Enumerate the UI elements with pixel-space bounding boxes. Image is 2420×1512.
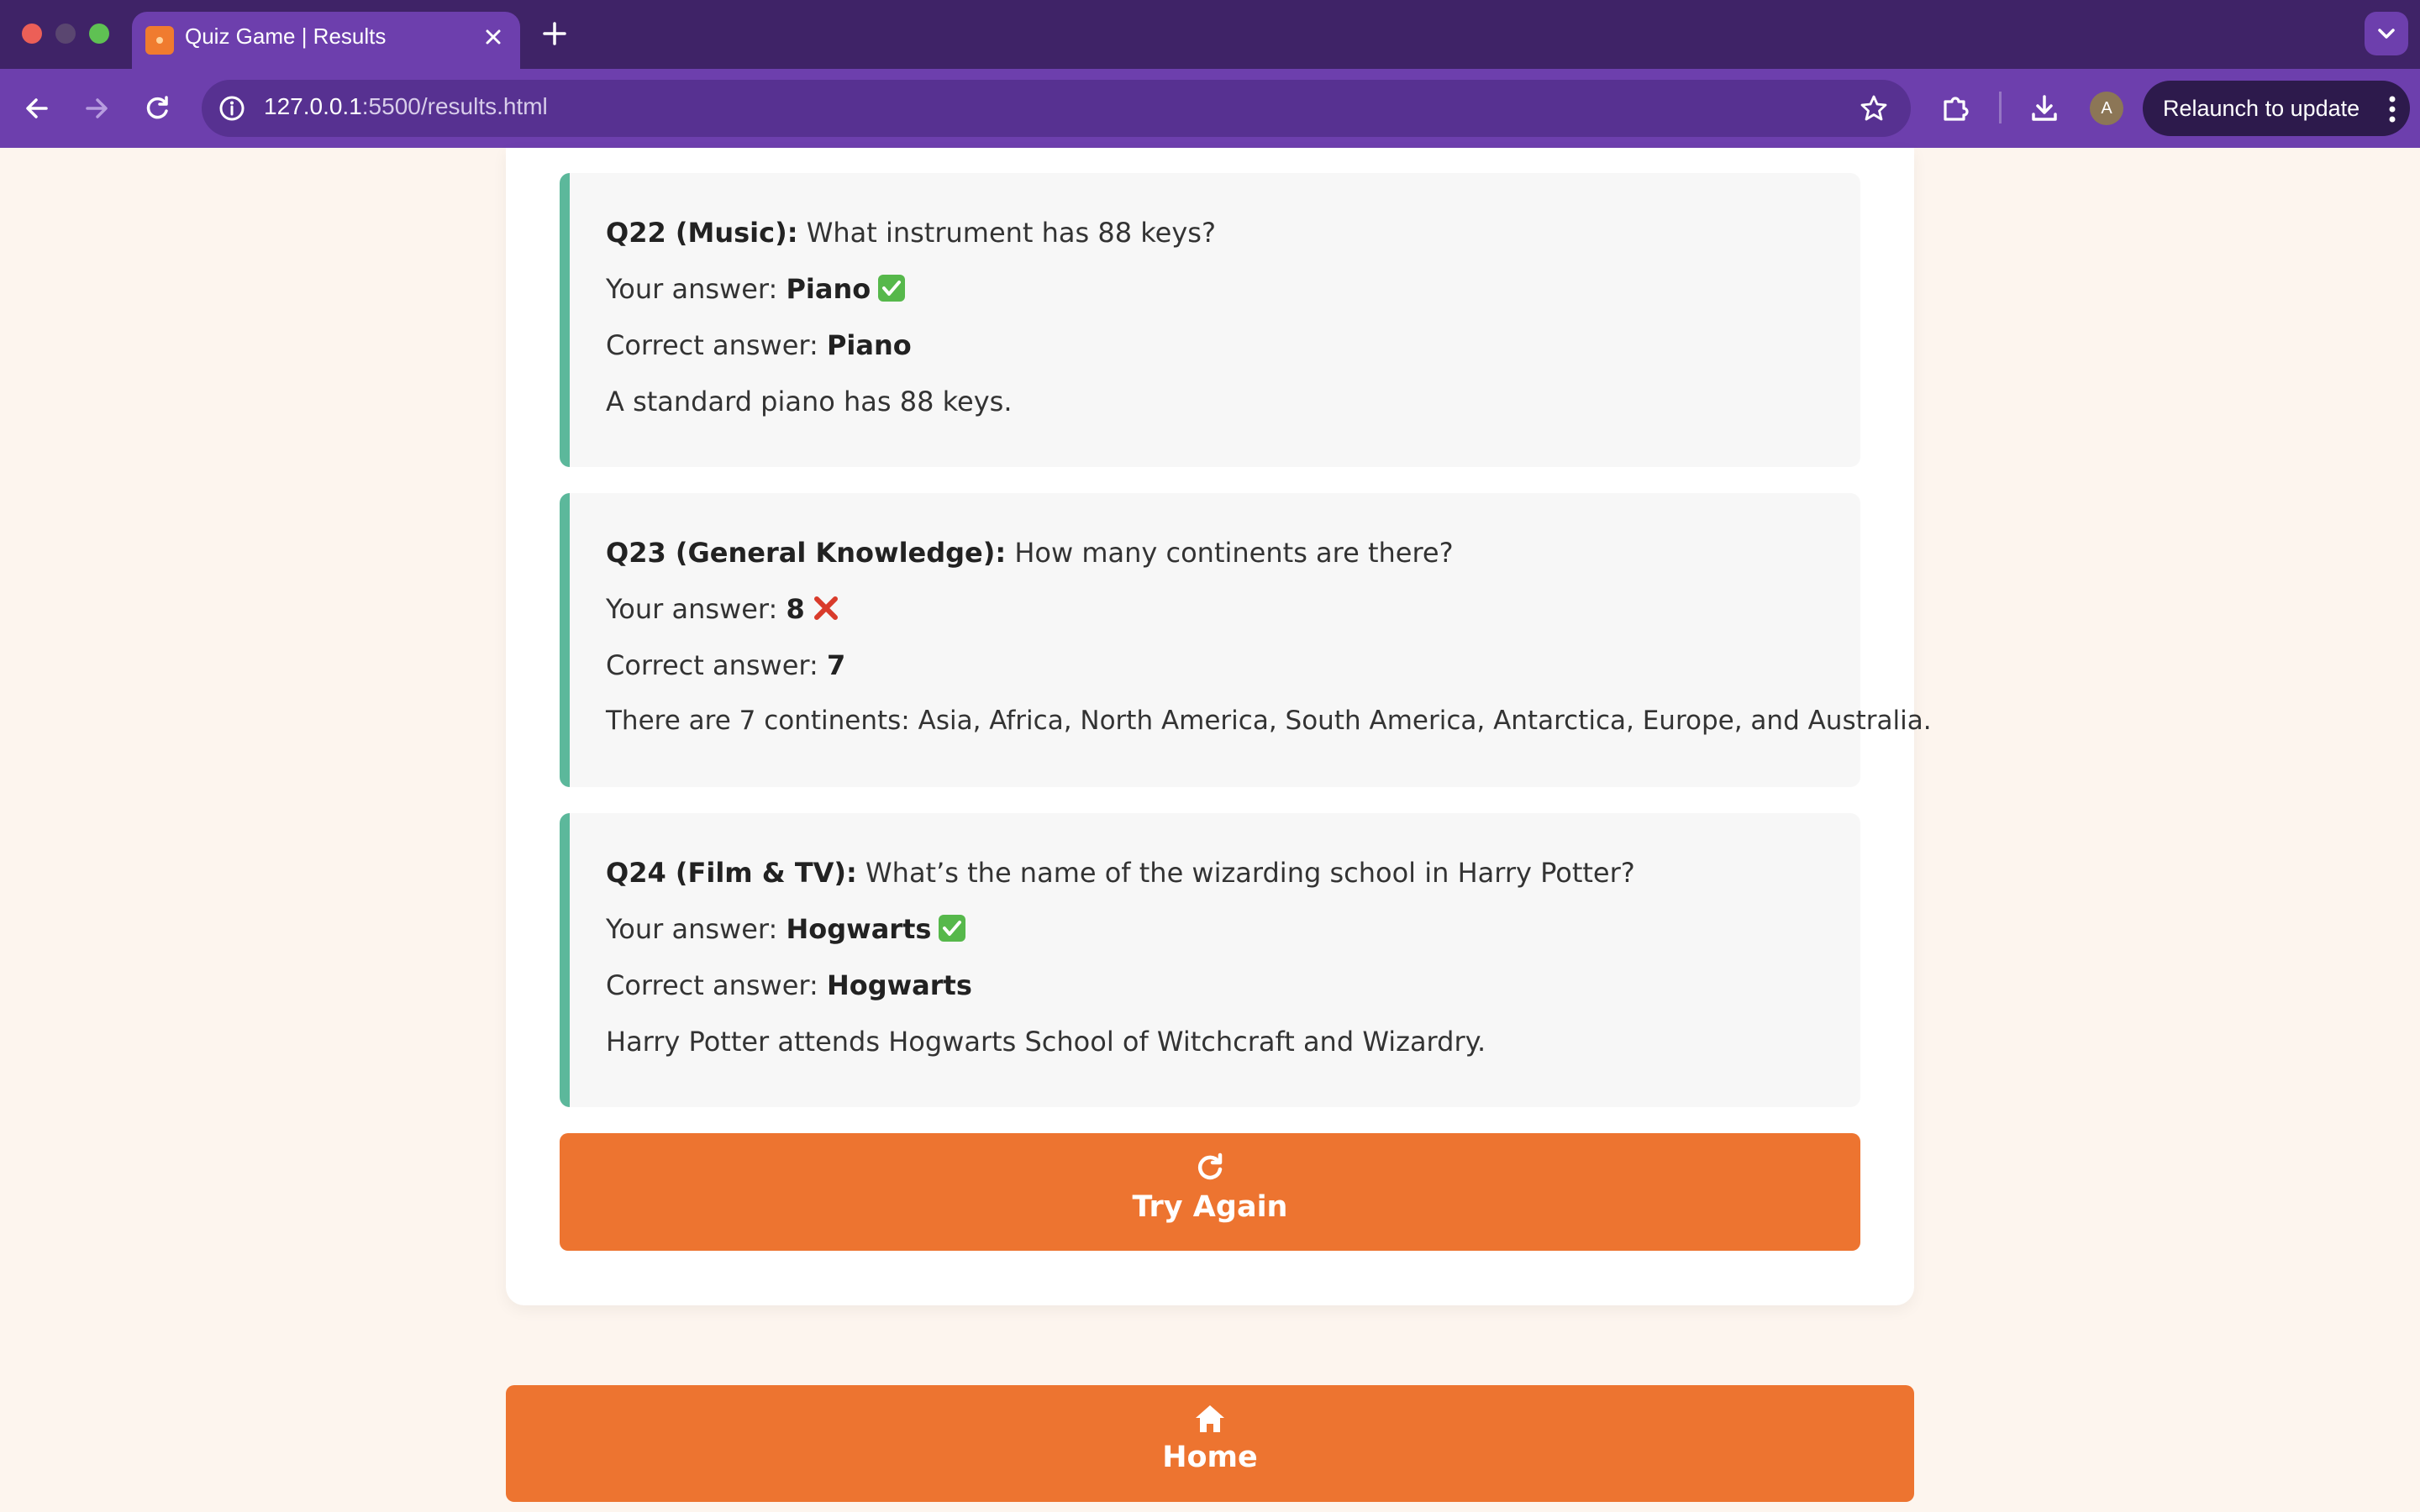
kebab-menu-icon[interactable] <box>2386 92 2398 126</box>
check-icon <box>939 915 966 942</box>
favicon-icon <box>145 26 174 55</box>
minimize-window-button[interactable] <box>55 24 76 44</box>
relaunch-label: Relaunch to update <box>2163 96 2360 121</box>
maximize-window-button[interactable] <box>89 24 109 44</box>
your-answer-line: Your answer: Piano <box>606 273 906 305</box>
profile-avatar[interactable]: A <box>2090 92 2123 125</box>
back-button[interactable] <box>18 89 56 128</box>
chevron-down-icon <box>2378 29 2395 39</box>
browser-toolbar: 127.0.0.1:5500/results.html A Relaunch t… <box>0 69 2420 148</box>
cross-icon <box>813 596 838 620</box>
browser-tab-bar: Quiz Game | Results <box>0 0 2420 69</box>
close-window-button[interactable] <box>22 24 42 44</box>
puzzle-icon <box>1944 97 1969 121</box>
refresh-icon <box>1197 1152 1223 1180</box>
correct-answer-line: Correct answer: Hogwarts <box>606 969 972 1001</box>
explanation-text: There are 7 continents: Asia, Africa, No… <box>606 706 1932 736</box>
info-icon[interactable] <box>217 93 247 123</box>
answer-review-item: Q24 (Film & TV): What’s the name of the … <box>560 813 1860 1107</box>
your-answer-line: Your answer: 8 <box>606 593 840 625</box>
question-line: Q24 (Film & TV): What’s the name of the … <box>606 857 1635 889</box>
reload-button[interactable] <box>138 89 176 128</box>
arrow-left-icon <box>26 98 48 118</box>
browser-tab-active[interactable]: Quiz Game | Results <box>132 12 520 69</box>
reload-icon <box>146 96 168 119</box>
explanation-text: A standard piano has 88 keys. <box>606 386 1013 417</box>
toolbar-separator <box>1999 92 2002 123</box>
star-icon[interactable] <box>1857 92 1891 125</box>
explanation-text: Harry Potter attends Hogwarts School of … <box>606 1026 1486 1058</box>
question-line: Q22 (Music): What instrument has 88 keys… <box>606 217 1216 249</box>
address-bar[interactable]: 127.0.0.1:5500/results.html <box>202 80 1911 137</box>
check-icon <box>878 275 906 302</box>
forward-button[interactable] <box>77 89 116 128</box>
downloads-button[interactable] <box>2025 89 2064 128</box>
url-text: 127.0.0.1:5500/results.html <box>264 93 548 119</box>
home-button[interactable]: Home <box>506 1385 1914 1502</box>
arrow-right-icon <box>86 98 108 118</box>
extensions-button[interactable] <box>1936 89 1975 128</box>
tab-title: Quiz Game | Results <box>185 24 387 49</box>
home-label: Home <box>1162 1441 1258 1474</box>
tab-close-icon[interactable] <box>478 22 508 52</box>
try-again-label: Try Again <box>1132 1190 1288 1224</box>
home-icon <box>1196 1405 1224 1432</box>
correct-answer-line: Correct answer: 7 <box>606 649 846 681</box>
correct-answer-line: Correct answer: Piano <box>606 329 912 361</box>
answer-review-item: Q22 (Music): What instrument has 88 keys… <box>560 173 1860 467</box>
download-icon <box>2032 95 2057 121</box>
relaunch-to-update-button[interactable]: Relaunch to update <box>2143 81 2410 136</box>
tab-search-button[interactable] <box>2365 12 2408 55</box>
your-answer-line: Your answer: Hogwarts <box>606 913 966 945</box>
question-line: Q23 (General Knowledge): How many contin… <box>606 537 1454 569</box>
new-tab-button[interactable] <box>538 17 571 50</box>
answer-review-item: Q23 (General Knowledge): How many contin… <box>560 493 1932 787</box>
try-again-button[interactable]: Try Again <box>560 1133 1860 1251</box>
